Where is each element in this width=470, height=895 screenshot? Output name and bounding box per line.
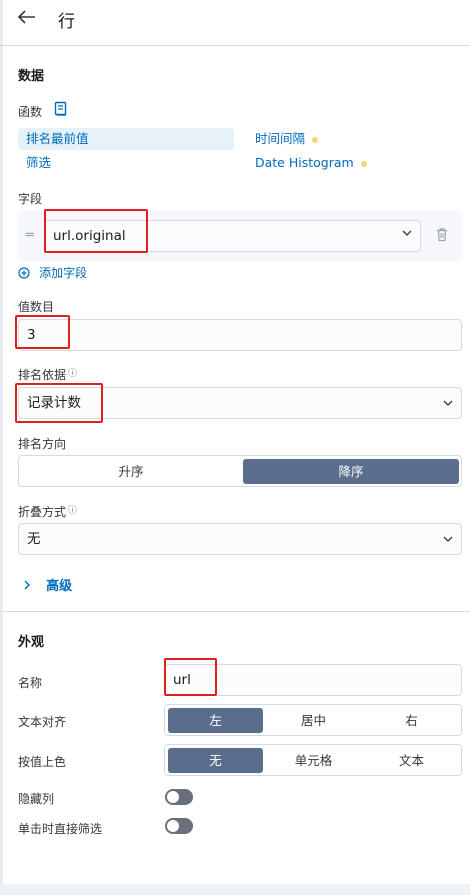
color-by-value-label: 按值上色 [18, 755, 67, 769]
function-date-histogram[interactable]: Date Histogram [247, 152, 447, 174]
function-date-interval[interactable]: 时间间隔 [247, 128, 447, 150]
color-by-value-text[interactable]: 文本 [364, 748, 459, 773]
chevron-down-icon [401, 227, 413, 243]
help-icon[interactable]: ⓘ [68, 369, 77, 379]
trash-icon[interactable] [435, 227, 449, 246]
name-label: 名称 [18, 676, 43, 690]
drag-handle-icon[interactable]: ═ [26, 228, 34, 243]
fields-label: 字段 [18, 192, 43, 206]
collapse-select-value: 无 [27, 531, 41, 547]
rank-by-label: 排名依据 ⓘ [18, 366, 77, 383]
highlight-box [15, 383, 103, 423]
color-by-value-cell[interactable]: 单元格 [266, 748, 361, 773]
left-rail [0, 0, 3, 895]
rank-by-label-text: 排名依据 [18, 368, 67, 382]
page-title: 行 [58, 12, 75, 32]
direction-segmented-control: 升序 降序 [18, 455, 462, 487]
advanced-toggle[interactable]: 高级 [22, 575, 72, 594]
add-field-button[interactable]: 添加字段 [18, 264, 87, 281]
highlight-box [164, 658, 217, 696]
back-button[interactable] [17, 8, 42, 30]
function-top-values[interactable]: 排名最前值 [18, 128, 234, 150]
functions-label: 函数 [18, 105, 43, 119]
click-filter-switch[interactable] [165, 818, 193, 834]
direction-label: 排名方向 [18, 437, 67, 451]
collapse-label: 折叠方式 ⓘ [18, 503, 77, 520]
hide-column-switch[interactable] [165, 789, 193, 805]
chevron-down-icon [442, 533, 454, 549]
color-by-value-segmented-control: 无 单元格 文本 [164, 744, 462, 776]
count-label: 值数目 [18, 300, 55, 314]
highlight-box [44, 209, 148, 253]
footer-band [0, 884, 470, 895]
text-align-right[interactable]: 右 [364, 708, 459, 733]
arrow-left-icon [17, 10, 35, 24]
color-by-value-none[interactable]: 无 [168, 748, 263, 773]
help-icon[interactable]: ⓘ [68, 506, 77, 516]
function-top-values-label: 排名最前值 [26, 131, 89, 146]
chevron-down-icon [442, 397, 454, 413]
text-align-center[interactable]: 居中 [266, 708, 361, 733]
hide-column-label: 隐藏列 [18, 792, 55, 806]
collapse-select[interactable]: 无 [18, 523, 462, 555]
status-dot [360, 160, 367, 167]
collapse-label-text: 折叠方式 [18, 505, 67, 519]
status-dot [312, 136, 319, 143]
flyout-header: 行 [0, 0, 470, 46]
plus-circle-icon [18, 266, 30, 279]
function-date-interval-label: 时间间隔 [255, 131, 306, 146]
section-divider [3, 611, 470, 612]
appearance-section-title: 外观 [18, 635, 45, 650]
function-filters[interactable]: 筛选 [18, 152, 234, 174]
switch-knob [167, 820, 179, 832]
advanced-label: 高级 [46, 579, 73, 594]
click-filter-label: 单击时直接筛选 [18, 822, 103, 836]
function-reference-icon[interactable] [54, 101, 68, 121]
text-align-label: 文本对齐 [18, 715, 67, 729]
count-input[interactable]: 3 [18, 319, 462, 351]
function-date-histogram-label: Date Histogram [255, 155, 354, 170]
function-filters-label: 筛选 [26, 155, 52, 170]
direction-descending[interactable]: 降序 [243, 459, 459, 484]
text-align-left[interactable]: 左 [168, 708, 263, 733]
highlight-box [15, 315, 70, 349]
text-align-segmented-control: 左 居中 右 [164, 704, 462, 736]
direction-ascending[interactable]: 升序 [22, 459, 240, 484]
switch-knob [167, 791, 179, 803]
chevron-right-icon [24, 580, 30, 589]
data-section-title: 数据 [18, 69, 45, 84]
add-field-label: 添加字段 [39, 266, 88, 280]
